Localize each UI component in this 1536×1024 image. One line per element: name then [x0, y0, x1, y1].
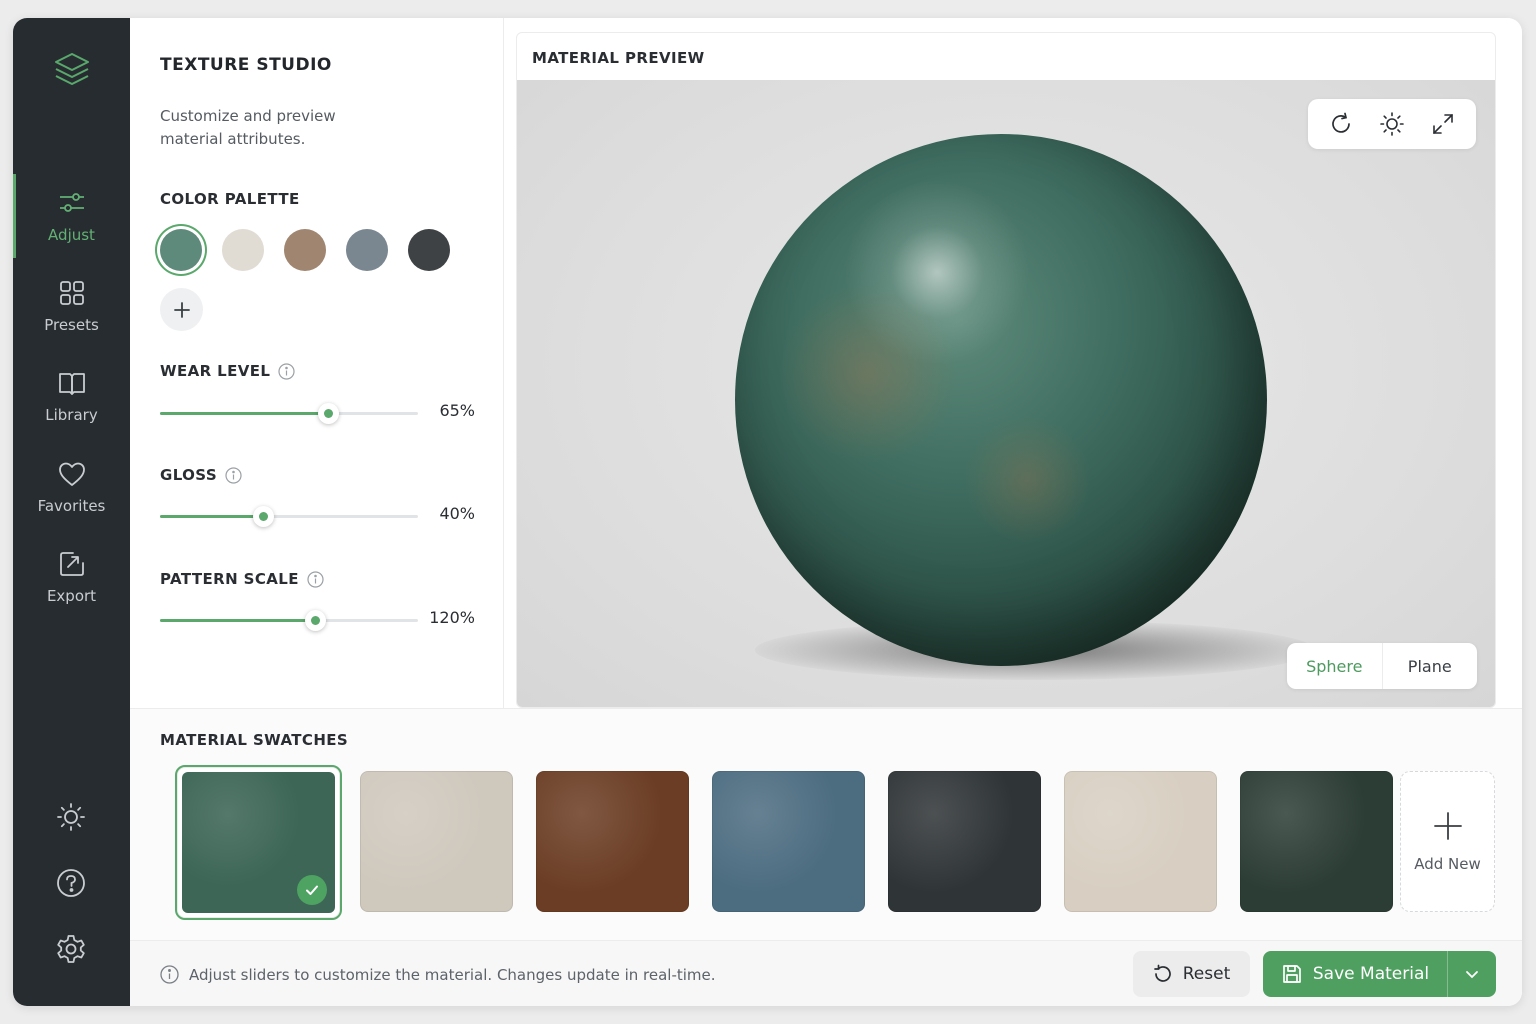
settings-panel: TEXTURE STUDIO Customize and preview mat…: [130, 18, 504, 708]
expand-icon[interactable]: [1430, 111, 1456, 137]
export-icon: [59, 552, 84, 576]
chevron-down-icon: [1466, 971, 1478, 979]
material-swatch[interactable]: [360, 771, 513, 912]
check-icon: [297, 875, 327, 905]
heart-icon: [58, 462, 85, 486]
add-new-swatch-button[interactable]: Add New: [1400, 771, 1495, 912]
material-swatch[interactable]: [1240, 771, 1393, 912]
rail-item-export[interactable]: Export: [13, 535, 130, 619]
slider-thumb[interactable]: [304, 610, 326, 631]
preview-title: MATERIAL PREVIEW: [532, 49, 705, 67]
pattern-scale-value: 120%: [429, 608, 475, 627]
color-swatch[interactable]: [346, 229, 388, 271]
slider-fill: [160, 619, 315, 622]
gear-icon[interactable]: [55, 933, 87, 965]
material-swatch-image: [182, 772, 335, 913]
slider-fill: [160, 515, 264, 518]
reset-icon: [1153, 964, 1171, 982]
save-button-group: Save Material: [1263, 951, 1496, 997]
save-icon: [1283, 965, 1301, 983]
rail-item-library[interactable]: Library: [13, 354, 130, 438]
material-preview: MATERIAL PREVIEW Sphere Plane: [516, 32, 1496, 708]
rail-item-label: Adjust: [48, 226, 95, 244]
gloss-value: 40%: [439, 504, 475, 523]
grid-icon: [59, 281, 84, 305]
wear-level-value: 65%: [439, 401, 475, 420]
color-swatch[interactable]: [222, 229, 264, 271]
shape-option-sphere[interactable]: Sphere: [1287, 643, 1383, 689]
layers-icon[interactable]: [50, 48, 94, 92]
shape-toggle: Sphere Plane: [1287, 643, 1477, 689]
rail-item-adjust[interactable]: Adjust: [13, 174, 130, 258]
sliders-icon: [59, 193, 84, 212]
rail-item-presets[interactable]: Presets: [13, 264, 130, 348]
swatches-title: MATERIAL SWATCHES: [160, 731, 349, 749]
left-rail: Adjust Presets Library Favorites Export: [13, 18, 130, 1006]
wear-level-slider[interactable]: [160, 403, 418, 424]
view-toolbar: [1308, 99, 1476, 149]
info-icon[interactable]: [225, 466, 242, 484]
gloss-slider[interactable]: [160, 506, 418, 527]
wear-level-label: WEAR LEVEL: [160, 362, 296, 380]
footer-hint-text: Adjust sliders to customize the material…: [189, 965, 716, 984]
add-color-button[interactable]: [160, 288, 203, 331]
save-options-dropdown[interactable]: [1447, 951, 1496, 997]
reset-button[interactable]: Reset: [1133, 951, 1250, 997]
rail-item-label: Presets: [44, 316, 99, 334]
material-swatch[interactable]: [712, 771, 865, 912]
gloss-label: GLOSS: [160, 466, 242, 484]
panel-title: TEXTURE STUDIO: [160, 55, 332, 75]
color-palette-label: COLOR PALETTE: [160, 190, 300, 208]
save-material-button[interactable]: Save Material: [1263, 951, 1447, 997]
rail-item-label: Export: [46, 587, 97, 605]
book-icon: [58, 373, 85, 395]
info-icon[interactable]: [278, 362, 296, 380]
rotate-icon[interactable]: [1328, 111, 1354, 137]
preview-viewport[interactable]: Sphere Plane: [517, 80, 1495, 707]
material-swatch[interactable]: [175, 765, 342, 920]
footer-hint: Adjust sliders to customize the material…: [160, 965, 716, 984]
color-swatch[interactable]: [284, 229, 326, 271]
plus-icon: [173, 301, 190, 318]
slider-thumb[interactable]: [317, 403, 339, 424]
shape-option-plane[interactable]: Plane: [1383, 643, 1478, 689]
material-swatch[interactable]: [536, 771, 689, 912]
material-swatches: MATERIAL SWATCHES Add New: [130, 708, 1522, 940]
rail-item-label: Library: [45, 406, 98, 424]
slider-fill: [160, 412, 328, 415]
light-icon[interactable]: [1379, 111, 1405, 137]
material-sphere[interactable]: [735, 134, 1267, 666]
app-window: Adjust Presets Library Favorites Export …: [13, 18, 1522, 1006]
add-new-label: Add New: [1414, 854, 1481, 873]
reset-label: Reset: [1182, 964, 1231, 984]
color-swatch[interactable]: [160, 229, 202, 271]
info-icon[interactable]: [307, 570, 324, 588]
rail-item-favorites[interactable]: Favorites: [13, 445, 130, 529]
slider-thumb[interactable]: [253, 506, 275, 527]
pattern-scale-label: PATTERN SCALE: [160, 570, 324, 588]
footer-bar: Adjust sliders to customize the material…: [130, 940, 1522, 1006]
help-icon[interactable]: [55, 867, 87, 899]
material-swatch[interactable]: [888, 771, 1041, 912]
panel-description: Customize and preview material attribute…: [160, 107, 336, 148]
pattern-scale-slider[interactable]: [160, 610, 418, 631]
save-label: Save Material: [1312, 964, 1430, 984]
sun-icon[interactable]: [55, 801, 87, 833]
rail-item-label: Favorites: [37, 497, 106, 515]
color-swatch[interactable]: [408, 229, 450, 271]
plus-icon: [1433, 811, 1462, 840]
info-icon: [160, 965, 179, 984]
material-swatch[interactable]: [1064, 771, 1217, 912]
